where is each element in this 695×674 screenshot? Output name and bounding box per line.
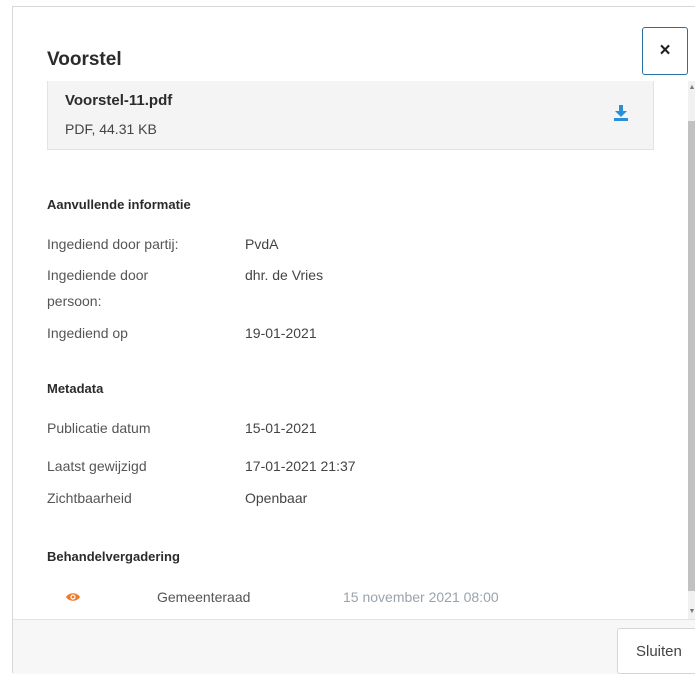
label-submitted-on: Ingediend op bbox=[47, 325, 128, 341]
value-party: PvdA bbox=[245, 236, 279, 252]
eye-icon[interactable] bbox=[65, 591, 81, 603]
file-meta: PDF, 44.31 KB bbox=[65, 121, 157, 137]
label-visibility: Zichtbaarheid bbox=[47, 490, 132, 506]
value-person: dhr. de Vries bbox=[245, 267, 324, 283]
section-title-metadata: Metadata bbox=[47, 381, 104, 396]
label-last-modified: Laatst gewijzigd bbox=[47, 458, 147, 474]
scroll-down-arrow-icon[interactable]: ▼ bbox=[688, 607, 695, 617]
value-publication-date: 15-01-2021 bbox=[245, 420, 317, 436]
close-button[interactable]: × bbox=[642, 27, 688, 75]
download-icon[interactable] bbox=[611, 103, 631, 123]
value-visibility: Openbaar bbox=[245, 490, 308, 506]
meeting-name[interactable]: Gemeenteraad bbox=[157, 589, 250, 605]
value-submitted-on: 19-01-2021 bbox=[245, 325, 317, 341]
file-card: Voorstel-11.pdf PDF, 44.31 KB bbox=[47, 81, 654, 150]
label-publication-date: Publicatie datum bbox=[47, 420, 151, 436]
label-person: Ingediende door persoon: bbox=[47, 267, 149, 309]
modal-body[interactable]: Voorstel-11.pdf PDF, 44.31 KB Aanvullend… bbox=[13, 81, 695, 619]
scrollbar-track[interactable]: ▲ ▼ bbox=[688, 81, 695, 619]
label-party: Ingediend door partij: bbox=[47, 236, 179, 252]
section-title-extra-info: Aanvullende informatie bbox=[47, 197, 191, 212]
modal-title: Voorstel bbox=[47, 49, 122, 70]
scrollbar-thumb[interactable] bbox=[688, 121, 695, 591]
meeting-date: 15 november 2021 08:00 bbox=[343, 589, 499, 605]
modal-footer: Sluiten bbox=[13, 619, 695, 674]
scroll-up-arrow-icon[interactable]: ▲ bbox=[688, 83, 695, 93]
value-last-modified: 17-01-2021 21:37 bbox=[245, 458, 356, 474]
voorstel-modal: Voorstel × Voorstel-11.pdf PDF, 44.31 KB… bbox=[12, 6, 695, 674]
file-name: Voorstel-11.pdf bbox=[65, 92, 173, 109]
sluiten-button[interactable]: Sluiten bbox=[617, 628, 695, 674]
section-title-meetings: Behandelvergadering bbox=[47, 549, 180, 564]
